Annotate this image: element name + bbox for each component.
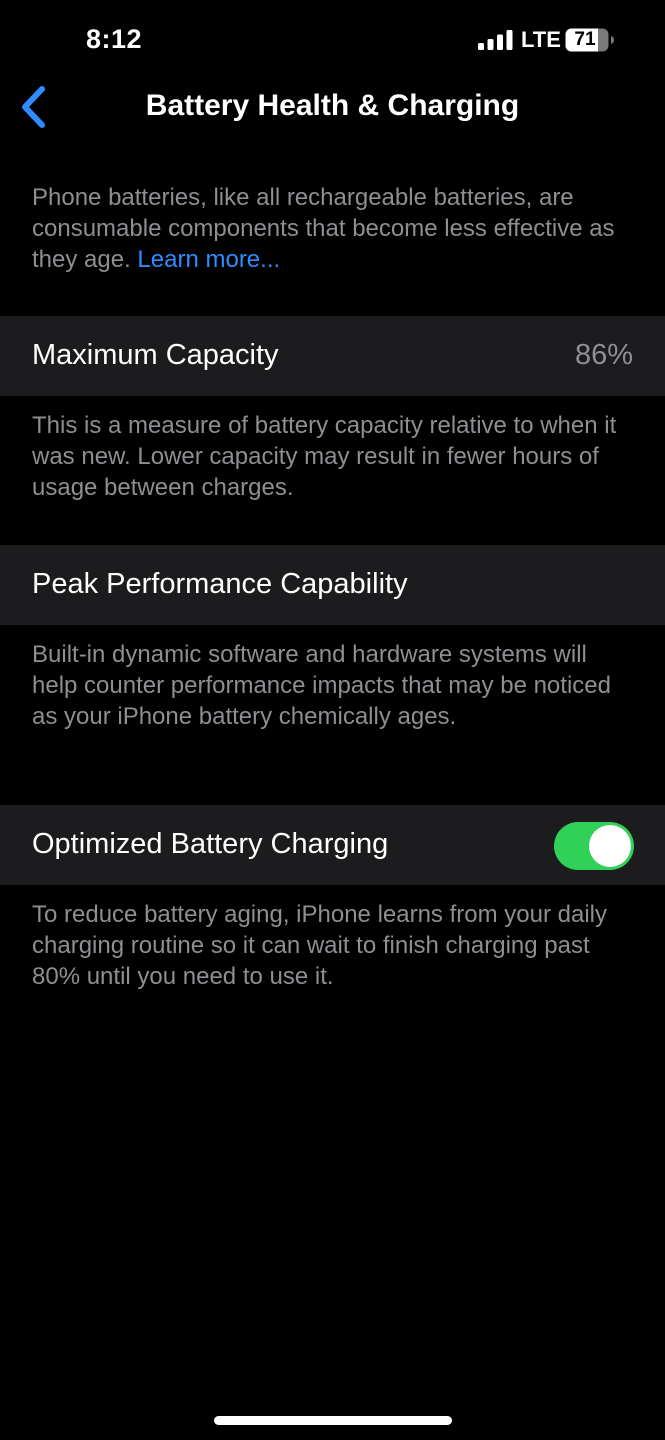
navigation-bar: Battery Health & Charging [0,80,665,136]
peak-performance-row: Peak Performance Capability [0,545,665,625]
maximum-capacity-label: Maximum Capacity [32,339,279,371]
maximum-capacity-description: This is a measure of battery capacity re… [32,412,617,501]
intro-body: Phone batteries, like all rechargeable b… [32,184,615,273]
status-time: 8:12 [86,24,143,54]
learn-more-link[interactable]: Learn more... [137,246,280,273]
intro-text: Phone batteries, like all rechargeable b… [32,182,637,275]
toggle-knob [589,825,631,867]
optimized-charging-row: Optimized Battery Charging [0,805,665,885]
home-indicator[interactable] [214,1416,452,1425]
optimized-charging-description: To reduce battery aging, iPhone learns f… [32,901,607,990]
network-type: LTE [521,27,561,52]
status-bar: 8:12 LTE 71 [0,0,665,80]
maximum-capacity-row: Maximum Capacity 86% [0,316,665,396]
battery-level: 71 [574,29,596,50]
peak-performance-description: Built-in dynamic software and hardware s… [32,641,611,730]
page-title: Battery Health & Charging [145,89,520,122]
cellular-signal-icon [478,30,513,50]
optimized-charging-toggle[interactable] [554,822,634,870]
maximum-capacity-value: 86% [574,339,633,371]
peak-performance-label: Peak Performance Capability [32,568,408,600]
optimized-charging-label: Optimized Battery Charging [32,828,389,860]
